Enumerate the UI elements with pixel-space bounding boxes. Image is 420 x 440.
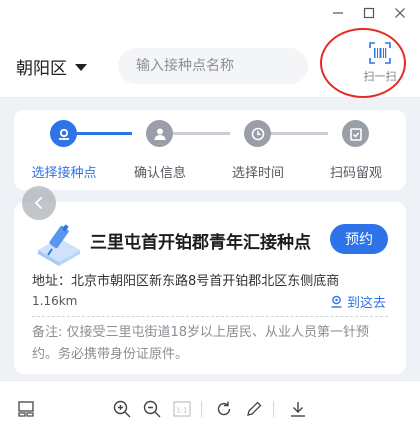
step-label-select-time[interactable]: 选择时间 [218,162,298,181]
step-label-confirm-info[interactable]: 确认信息 [120,162,200,181]
clock-icon [244,120,271,147]
window-titlebar [0,0,420,28]
navigate-link[interactable]: 到这去 [330,292,386,311]
navigate-label: 到这去 [347,296,387,311]
previous-arrow-button[interactable] [22,186,56,220]
zoom-in-icon[interactable] [110,397,134,421]
scan-button[interactable]: 扫一扫 [356,42,404,88]
download-icon[interactable] [286,397,310,421]
toolbar-separator [201,401,202,417]
clipboard-check-icon [342,120,369,147]
progress-steps: 选择接种点 确认信息 选择时间 扫码留观 [14,110,406,190]
scan-label: 扫一扫 [363,70,397,83]
zoom-out-icon[interactable] [140,397,164,421]
minimize-icon[interactable] [326,2,350,24]
site-distance: 1.16km [32,294,78,308]
site-card[interactable]: 三里屯首开铂郡青年汇接种点 预约 地址：北京市朝阳区新东路8号首开铂郡北区东侧底… [14,202,406,374]
location-icon [50,120,77,147]
chevron-left-icon [34,196,43,210]
actual-size-icon[interactable]: 1:1 [170,397,194,421]
thumbnail-view-icon[interactable] [14,397,38,421]
district-selector[interactable]: 朝阳区 [16,54,87,79]
viewer-toolbar: 1:1 [0,380,420,440]
site-note: 备注: 仅接受三里屯街道18岁以上居民、从业人员第一针预约。务必携带身份证原件。 [32,325,370,362]
close-icon[interactable] [388,2,412,24]
actual-size-label: 1:1 [176,407,187,415]
step-label-select-site[interactable]: 选择接种点 [24,162,104,181]
book-button[interactable]: 预约 [330,224,388,254]
search-input[interactable] [136,58,296,74]
person-icon [146,120,173,147]
app-header: 朝阳区 扫一扫 [0,28,420,98]
content-area: 选择接种点 确认信息 选择时间 扫码留观 三里屯首开铂郡青年汇接种点 预约 地址… [0,98,420,380]
site-name: 三里屯首开铂郡青年汇接种点 [90,233,311,253]
search-box[interactable] [118,48,308,84]
toolbar-separator [273,401,274,417]
site-address: 地址：北京市朝阳区新东路8号首开铂郡北区东侧底商 [32,274,340,289]
step-label-scan-observe[interactable]: 扫码留观 [316,162,396,181]
district-label: 朝阳区 [16,59,67,79]
location-pin-icon [331,295,342,308]
rotate-icon[interactable] [212,397,236,421]
maximize-icon[interactable] [357,2,381,24]
divider [32,316,388,317]
vaccine-syringe-icon [38,224,80,266]
edit-icon[interactable] [242,397,266,421]
barcode-scan-icon [369,42,391,64]
caret-down-icon [75,64,87,71]
